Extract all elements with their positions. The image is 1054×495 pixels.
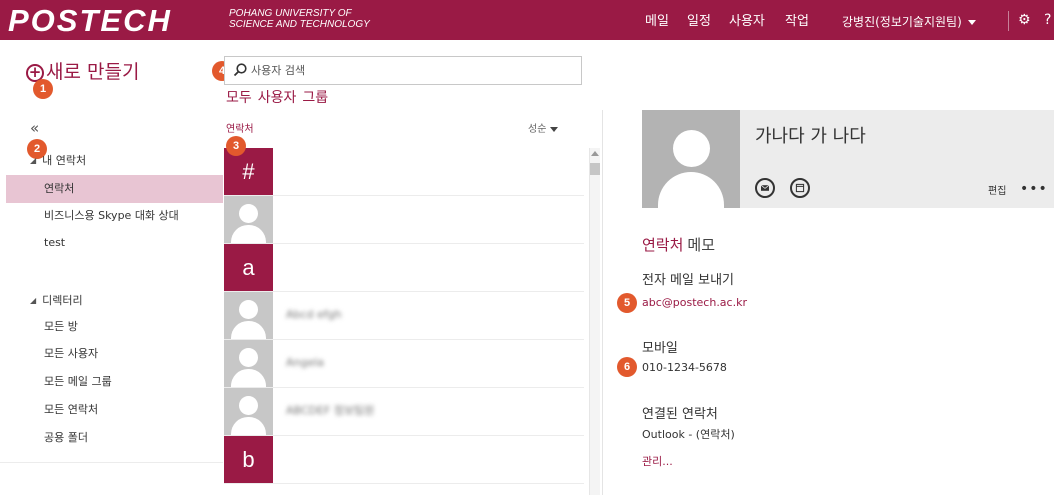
logo-subtitle-line1: POHANG UNIVERSITY OF xyxy=(229,8,352,19)
new-button-label: 새로 만들기 xyxy=(46,61,140,83)
linked-contacts-label: 연결된 연락처 xyxy=(642,407,718,422)
avatar xyxy=(224,292,273,339)
search-input[interactable] xyxy=(251,60,571,81)
directory-header[interactable]: ◢ 디렉터리 xyxy=(30,294,83,308)
top-divider xyxy=(1008,11,1009,31)
contact-name: ABCDEF 정보팀원 xyxy=(286,404,375,417)
user-name: 강병진(정보기술지원팀) xyxy=(842,15,962,29)
dir-public-folders[interactable]: 공용 폴더 xyxy=(44,431,88,445)
detail-tabs: 연락처 메모 xyxy=(642,235,715,255)
selected-folder-highlight xyxy=(6,175,223,203)
filter-all[interactable]: 모두 xyxy=(226,90,252,106)
sort-label: 성순 xyxy=(528,124,547,135)
search-icon xyxy=(233,63,247,77)
dir-all-rooms[interactable]: 모든 방 xyxy=(44,320,78,334)
collapse-triangle-icon: ◢ xyxy=(30,296,37,305)
list-header: 연락처 xyxy=(226,124,254,135)
contact-list: # a Abcd efgh Angela ABCDEF 정보팀원 b xyxy=(224,148,584,495)
user-menu[interactable]: 강병진(정보기술지원팀) xyxy=(842,14,976,30)
contact-row[interactable]: Angela xyxy=(224,340,584,388)
more-options-icon[interactable]: ••• xyxy=(1020,182,1048,196)
dir-all-users[interactable]: 모든 사용자 xyxy=(44,347,98,361)
email-label: 전자 메일 보내기 xyxy=(642,273,734,288)
scroll-up-arrow-icon[interactable] xyxy=(591,151,599,156)
letter-divider-row: a xyxy=(224,244,584,292)
mobile-number: 010-1234-5678 xyxy=(642,361,727,374)
chevron-down-icon xyxy=(550,126,559,132)
callout-badge-6: 6 xyxy=(617,357,637,377)
folder-test[interactable]: test xyxy=(44,236,65,250)
scroll-thumb[interactable] xyxy=(590,163,600,175)
letter-tile: b xyxy=(224,436,273,483)
my-contacts-header[interactable]: ◢ 내 연락처 xyxy=(30,154,86,168)
manage-link[interactable]: 관리... xyxy=(642,455,673,469)
avatar xyxy=(224,340,273,387)
search-box[interactable] xyxy=(224,56,582,85)
directory-label: 디렉터리 xyxy=(42,294,83,307)
nav-tasks[interactable]: 작업 xyxy=(785,14,809,30)
gear-icon[interactable]: ⚙ xyxy=(1018,12,1031,28)
callout-badge-3: 3 xyxy=(226,136,246,156)
top-bar: POSTECH POHANG UNIVERSITY OF SCIENCE AND… xyxy=(0,0,1054,40)
nav-calendar[interactable]: 일정 xyxy=(687,14,711,30)
contact-photo xyxy=(642,110,740,208)
edit-button[interactable]: 편집 xyxy=(988,186,1006,198)
contact-name: Abcd efgh xyxy=(286,308,342,321)
nav-people[interactable]: 사용자 xyxy=(729,14,765,30)
mail-icon[interactable] xyxy=(755,178,775,198)
mobile-label: 모바일 xyxy=(642,341,678,356)
avatar xyxy=(224,196,273,243)
logo-subtitle-line2: SCIENCE AND TECHNOLOGY xyxy=(229,19,370,30)
my-contacts-label: 내 연락처 xyxy=(42,154,87,167)
sort-menu[interactable]: 성순 xyxy=(528,124,559,136)
contact-row[interactable]: ABCDEF 정보팀원 xyxy=(224,388,584,436)
help-icon[interactable]: ? xyxy=(1044,12,1051,28)
callout-badge-1: 1 xyxy=(33,79,53,99)
filter-groups[interactable]: 그룹 xyxy=(302,90,328,106)
filter-bar: 모두 사용자 그룹 xyxy=(226,89,334,107)
dir-all-contacts[interactable]: 모든 연락처 xyxy=(44,403,98,417)
tab-notes[interactable]: 메모 xyxy=(687,236,715,254)
pane-divider xyxy=(602,110,603,495)
folder-contacts[interactable]: 연락처 xyxy=(44,182,74,196)
avatar xyxy=(224,388,273,435)
filter-users[interactable]: 사용자 xyxy=(258,90,297,106)
callout-badge-5: 5 xyxy=(617,293,637,313)
email-link[interactable]: abc@postech.ac.kr xyxy=(642,296,747,310)
tab-contact[interactable]: 연락처 xyxy=(642,236,683,254)
nav-mail[interactable]: 메일 xyxy=(645,14,669,30)
collapse-triangle-icon: ◢ xyxy=(30,156,37,165)
letter-divider-row: b xyxy=(224,436,584,484)
chevron-down-icon xyxy=(967,20,976,25)
calendar-icon[interactable] xyxy=(790,178,810,198)
logo-subtitle: POHANG UNIVERSITY OF SCIENCE AND TECHNOL… xyxy=(229,8,370,30)
left-divider xyxy=(0,462,223,463)
contact-display-name: 가나다 가 나다 xyxy=(755,126,866,147)
folder-skype-contacts[interactable]: 비즈니스용 Skype 대화 상대 xyxy=(44,209,179,223)
list-scrollbar[interactable] xyxy=(589,148,600,495)
dir-all-mail-groups[interactable]: 모든 메일 그룹 xyxy=(44,375,112,389)
contact-row[interactable] xyxy=(224,196,584,244)
collapse-pane-icon[interactable]: « xyxy=(30,121,39,136)
contact-name: Angela xyxy=(286,356,325,369)
contact-row[interactable]: Abcd efgh xyxy=(224,292,584,340)
letter-divider-row: # xyxy=(224,148,584,196)
letter-tile: a xyxy=(224,244,273,291)
linked-contacts-value: Outlook - (연락처) xyxy=(642,428,735,441)
postech-logo: POSTECH xyxy=(8,3,172,38)
